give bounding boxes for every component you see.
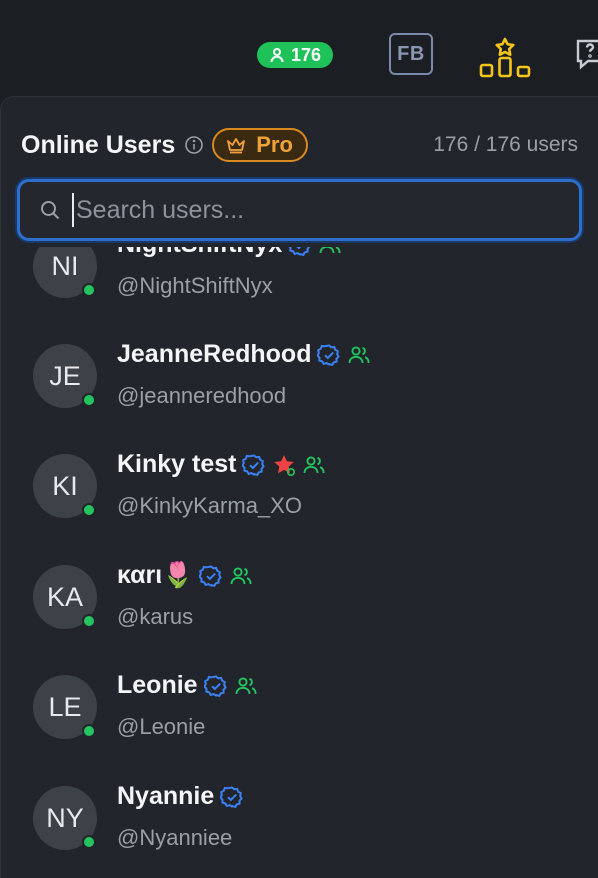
- user-display-name[interactable]: NightShiftNyx: [117, 247, 282, 259]
- help-chat-icon[interactable]: [574, 36, 598, 72]
- user-name-line: Kinky test: [117, 450, 326, 479]
- user-row[interactable]: NY Nyannie @Nyanniee: [1, 764, 598, 874]
- fb-label: FB: [397, 42, 425, 65]
- online-status-dot: [82, 724, 96, 738]
- star-icon: [274, 454, 296, 476]
- online-status-dot: [82, 614, 96, 628]
- online-users-panel: Online Users Pro 176 / 176 users NINight…: [0, 96, 598, 878]
- user-row[interactable]: JE JeanneRedhood @jeanneredhood: [1, 322, 598, 432]
- user-handle: @Leonie: [117, 714, 206, 739]
- search-icon: [41, 201, 60, 220]
- user-display-name[interactable]: Kinky test: [117, 450, 236, 479]
- verified-badge-icon: [220, 785, 243, 808]
- friends-icon: [304, 455, 326, 473]
- user-display-name[interactable]: JeanneRedhood: [117, 340, 311, 369]
- verified-badge-icon: [317, 343, 341, 366]
- user-display-name[interactable]: Nyannie: [117, 782, 214, 811]
- panel-title: Online Users: [21, 130, 176, 159]
- user-row[interactable]: KI Kinky test @KinkyKarma_XO: [1, 432, 598, 542]
- top-bar: 176 FB: [0, 0, 598, 96]
- friends-icon: [319, 247, 341, 253]
- online-status-dot: [82, 503, 96, 517]
- crown-icon: [227, 138, 246, 154]
- user-handle: @jeanneredhood: [117, 383, 287, 408]
- verified-badge-icon: [289, 247, 311, 256]
- friends-icon: [349, 345, 371, 363]
- user-icon: [270, 48, 284, 63]
- online-status-dot: [82, 283, 96, 297]
- user-row[interactable]: LE Leonie @Leonie: [1, 653, 598, 763]
- user-handle: @Nyanniee: [117, 825, 233, 850]
- fb-button[interactable]: FB: [389, 33, 433, 75]
- online-status-dot: [82, 835, 96, 849]
- verified-badge-icon: [242, 453, 266, 476]
- user-display-name[interactable]: καrι🌷: [117, 561, 193, 590]
- friends-icon: [235, 676, 257, 694]
- user-display-name[interactable]: Leonie: [117, 671, 198, 700]
- leaderboard-icon[interactable]: [477, 36, 533, 80]
- user-name-line: NightShiftNyx: [117, 247, 342, 259]
- user-handle: @KinkyKarma_XO: [117, 493, 302, 518]
- verified-badge-icon: [199, 564, 223, 587]
- user-list: NINightShiftNyx@NightShiftNyxJEJeanneRed…: [1, 247, 598, 878]
- search-box[interactable]: [17, 179, 582, 241]
- user-name-line: Nyannie: [117, 782, 244, 811]
- online-count-badge[interactable]: 176: [257, 42, 334, 68]
- user-name-line: JeanneRedhood: [117, 340, 371, 369]
- user-count: 176 / 176 users: [433, 133, 578, 156]
- user-handle: @karus: [117, 604, 194, 629]
- panel-header: Online Users Pro 176 / 176 users: [21, 127, 578, 163]
- search-input[interactable]: [72, 193, 579, 227]
- user-handle: @NightShiftNyx: [117, 273, 273, 298]
- user-name-line: Leonie: [117, 671, 258, 700]
- user-name-line: καrι🌷: [117, 561, 253, 590]
- info-icon[interactable]: [184, 135, 204, 155]
- online-count: 176: [291, 44, 322, 65]
- pro-label: Pro: [256, 132, 293, 157]
- online-status-dot: [82, 393, 96, 407]
- user-row[interactable]: KA καrι🌷 @karus: [1, 543, 598, 653]
- friends-icon: [230, 566, 252, 584]
- user-row[interactable]: NINightShiftNyx@NightShiftNyx: [1, 247, 598, 322]
- verified-badge-icon: [203, 674, 227, 697]
- pro-badge[interactable]: Pro: [212, 128, 308, 162]
